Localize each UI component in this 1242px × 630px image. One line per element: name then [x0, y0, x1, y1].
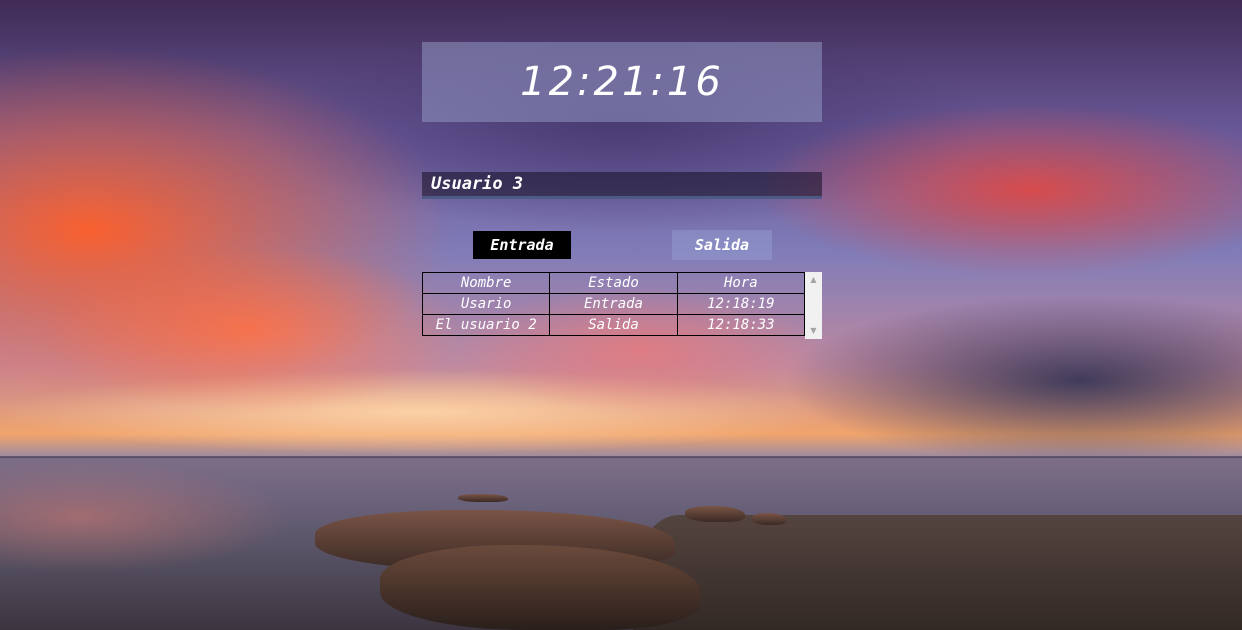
- scroll-up-arrow-icon[interactable]: ▲: [805, 273, 822, 287]
- table-row: Usario Entrada 12:18:19: [421, 293, 806, 315]
- clock-panel: 12:21:16: [422, 42, 822, 122]
- column-header-estado: Estado: [549, 272, 678, 294]
- rock: [752, 513, 786, 525]
- attendance-log: Nombre Estado Hora Usario Entrada 12:18:…: [421, 272, 822, 339]
- cell-estado: Salida: [549, 314, 678, 336]
- horizon-line: [0, 456, 1242, 458]
- cell-nombre: Usario: [421, 293, 551, 315]
- beach: [630, 515, 1242, 630]
- table-header-row: Nombre Estado Hora: [421, 272, 806, 294]
- cell-hora: 12:18:19: [676, 293, 806, 315]
- rock: [458, 494, 508, 502]
- table-scrollbar[interactable]: ▲ ▼: [805, 272, 822, 339]
- table-row: El usuario 2 Salida 12:18:33: [421, 314, 806, 336]
- rock: [685, 506, 745, 522]
- scroll-down-arrow-icon[interactable]: ▼: [805, 324, 822, 338]
- entrada-button[interactable]: Entrada: [473, 231, 571, 259]
- cell-hora: 12:18:33: [676, 314, 806, 336]
- column-header-hora: Hora: [676, 272, 806, 294]
- user-name-input[interactable]: [422, 172, 822, 196]
- salida-button[interactable]: Salida: [672, 230, 772, 260]
- clock-time: 12:21:16: [520, 59, 724, 105]
- cell-nombre: El usuario 2: [421, 314, 551, 336]
- attendance-table: Nombre Estado Hora Usario Entrada 12:18:…: [421, 272, 806, 336]
- column-header-nombre: Nombre: [421, 272, 551, 294]
- user-name-field-container: [422, 172, 822, 199]
- cell-estado: Entrada: [549, 293, 678, 315]
